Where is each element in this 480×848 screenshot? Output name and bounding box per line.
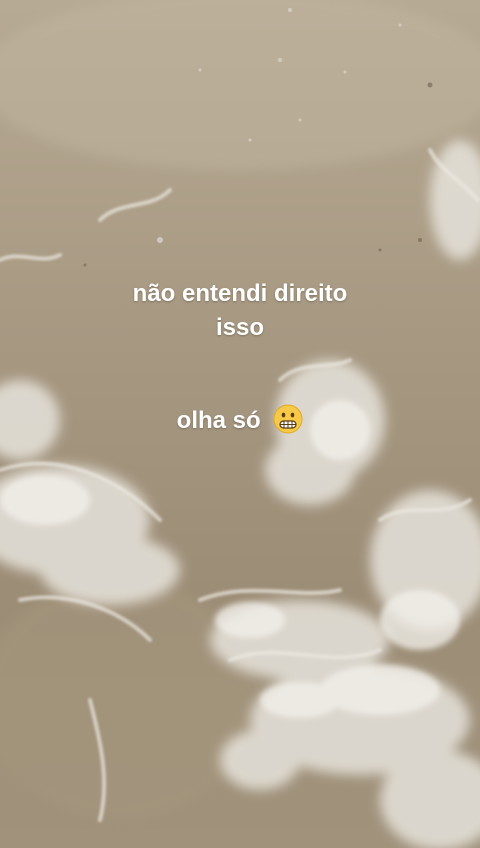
caption-text-block-2: olha só: [0, 404, 480, 444]
story-view: não entendi direito isso olha só: [0, 0, 480, 848]
caption-line-3: olha só: [176, 407, 261, 434]
caption-text-block: não entendi direito isso: [0, 277, 480, 345]
caption-line-2: isso: [215, 314, 265, 341]
caption-line-1: não entendi direito: [132, 280, 348, 307]
grimacing-face-icon: [273, 404, 303, 444]
